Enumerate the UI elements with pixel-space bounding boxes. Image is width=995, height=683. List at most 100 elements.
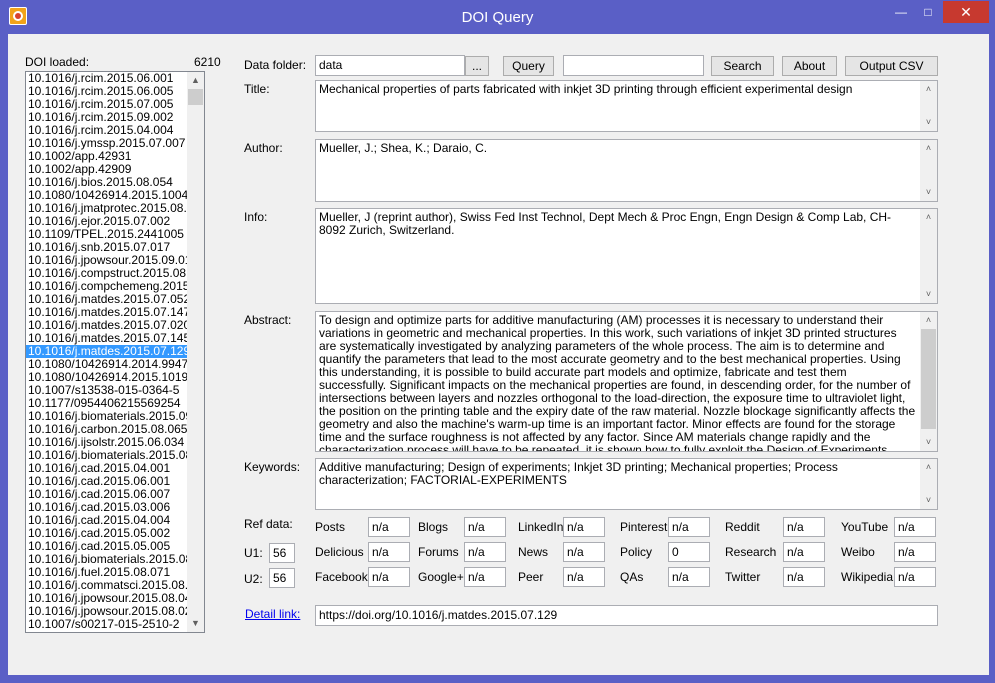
- ref-posts-input[interactable]: n/a: [368, 517, 410, 537]
- list-item[interactable]: 10.1002/app.42931: [26, 150, 188, 163]
- list-item[interactable]: 10.1016/j.rcim.2015.09.002: [26, 111, 188, 124]
- keywords-textarea[interactable]: Additive manufacturing; Design of experi…: [315, 458, 938, 510]
- ref-policy-input[interactable]: 0: [668, 542, 710, 562]
- list-item[interactable]: 10.1016/j.cad.2015.04.001: [26, 462, 188, 475]
- ref-linkedin-input[interactable]: n/a: [563, 517, 605, 537]
- ref-blogs-input[interactable]: n/a: [464, 517, 506, 537]
- list-item[interactable]: 10.1016/j.cad.2015.06.001: [26, 475, 188, 488]
- scroll-up-icon[interactable]: ˄: [920, 81, 937, 98]
- scroll-down-icon[interactable]: ˅: [920, 286, 937, 303]
- close-button[interactable]: ✕: [943, 1, 989, 23]
- title-scrollbar[interactable]: ˄ ˅: [920, 81, 937, 131]
- list-item[interactable]: 10.1080/10426914.2015.101909: [26, 371, 188, 384]
- list-item[interactable]: 10.1016/j.rcim.2015.07.005: [26, 98, 188, 111]
- list-item[interactable]: 10.1016/j.bios.2015.08.054: [26, 176, 188, 189]
- ref-qas-input[interactable]: n/a: [668, 567, 710, 587]
- detail-url-field[interactable]: https://doi.org/10.1016/j.matdes.2015.07…: [315, 605, 938, 626]
- list-item[interactable]: 10.1016/j.ejor.2015.07.002: [26, 215, 188, 228]
- list-item[interactable]: 10.1016/j.ymssp.2015.07.007: [26, 137, 188, 150]
- query-button[interactable]: Query: [503, 56, 554, 76]
- list-item[interactable]: 10.1016/j.jmatprotec.2015.08.02: [26, 202, 188, 215]
- list-item[interactable]: 10.1016/j.snb.2015.07.017: [26, 241, 188, 254]
- u1-input[interactable]: 56: [269, 543, 295, 563]
- scroll-up-icon[interactable]: ˄: [920, 209, 937, 226]
- scroll-up-icon[interactable]: ▲: [187, 72, 204, 89]
- output-csv-button[interactable]: Output CSV: [845, 56, 938, 76]
- search-input[interactable]: [563, 55, 704, 76]
- info-textarea[interactable]: Mueller, J (reprint author), Swiss Fed I…: [315, 208, 938, 304]
- list-item[interactable]: 10.1007/s13538-015-0364-5: [26, 384, 188, 397]
- list-item[interactable]: 10.1016/j.cad.2015.06.007: [26, 488, 188, 501]
- ref-facebook-input[interactable]: n/a: [368, 567, 410, 587]
- list-item[interactable]: 10.1016/j.matdes.2015.07.147: [26, 306, 188, 319]
- scroll-up-icon[interactable]: ˄: [920, 140, 937, 157]
- ref-pinterest-input[interactable]: n/a: [668, 517, 710, 537]
- list-item[interactable]: 10.1016/j.carbon.2015.08.065: [26, 423, 188, 436]
- list-item[interactable]: 10.1016/j.commatsci.2015.08.03: [26, 579, 188, 592]
- list-item[interactable]: 10.1080/10426914.2015.100470: [26, 189, 188, 202]
- ref-news-input[interactable]: n/a: [563, 542, 605, 562]
- doi-list-scrollbar[interactable]: ▲ ▼: [187, 72, 204, 632]
- minimize-button[interactable]: —: [888, 1, 914, 23]
- ref-peer-input[interactable]: n/a: [563, 567, 605, 587]
- list-item[interactable]: 10.1016/j.rcim.2015.06.001: [26, 72, 188, 85]
- scroll-thumb[interactable]: [188, 89, 203, 105]
- list-item[interactable]: 10.1016/j.compstruct.2015.08.07: [26, 267, 188, 280]
- list-item[interactable]: 10.1016/j.compchemeng.2015.0: [26, 280, 188, 293]
- list-item[interactable]: 10.1016/j.jpowsour.2015.09.010: [26, 254, 188, 267]
- u2-input[interactable]: 56: [269, 568, 295, 588]
- list-item[interactable]: 10.1016/j.jpowsour.2015.08.044: [26, 592, 188, 605]
- scroll-up-icon[interactable]: ˄: [920, 312, 937, 329]
- doi-list[interactable]: 10.1016/j.rcim.2015.06.001 10.1016/j.rcim…: [25, 71, 205, 633]
- list-item[interactable]: 10.1016/j.matdes.2015.07.020: [26, 319, 188, 332]
- list-item[interactable]: 10.1016/j.rcim.2015.06.005: [26, 85, 188, 98]
- scroll-down-icon[interactable]: ˅: [920, 114, 937, 131]
- detail-link-label[interactable]: Detail link:: [245, 607, 300, 621]
- ref-reddit-input[interactable]: n/a: [783, 517, 825, 537]
- list-item[interactable]: 10.1016/j.matdes.2015.07.145: [26, 332, 188, 345]
- list-item[interactable]: 10.1016/j.cad.2015.05.005: [26, 540, 188, 553]
- author-textarea[interactable]: Mueller, J.; Shea, K.; Daraio, C. ˄ ˅: [315, 139, 938, 202]
- ref-forums-input[interactable]: n/a: [464, 542, 506, 562]
- list-item[interactable]: 10.1016/j.cad.2015.05.002: [26, 527, 188, 540]
- list-item[interactable]: 10.1016/j.biomaterials.2015.08.0: [26, 449, 188, 462]
- list-item[interactable]: 10.1016/j.biomaterials.2015.09.0: [26, 410, 188, 423]
- list-item[interactable]: 10.1016/j.fuel.2015.08.071: [26, 566, 188, 579]
- list-item[interactable]: 10.1007/s00217-015-2510-2: [26, 618, 188, 631]
- scroll-up-icon[interactable]: ˄: [920, 459, 937, 476]
- ref-weibo-input[interactable]: n/a: [894, 542, 936, 562]
- list-item[interactable]: 10.1016/j.cad.2015.04.004: [26, 514, 188, 527]
- abstract-textarea[interactable]: To design and optimize parts for additiv…: [315, 311, 938, 452]
- list-item[interactable]: 10.1002/app.42909: [26, 163, 188, 176]
- list-item[interactable]: 10.1016/j.jpowsour.2015.08.021: [26, 605, 188, 618]
- scroll-down-icon[interactable]: ˅: [920, 434, 937, 451]
- scroll-down-icon[interactable]: ▼: [187, 615, 204, 632]
- list-item[interactable]: 10.1016/j.biomaterials.2015.08.0: [26, 553, 188, 566]
- list-item[interactable]: 10.1080/10426914.2014.994778: [26, 358, 188, 371]
- abstract-scroll-thumb[interactable]: [921, 329, 936, 429]
- ref-google-input[interactable]: n/a: [464, 567, 506, 587]
- keywords-scrollbar[interactable]: ˄ ˅: [920, 459, 937, 509]
- scroll-down-icon[interactable]: ˅: [920, 184, 937, 201]
- title-textarea[interactable]: Mechanical properties of parts fabricate…: [315, 80, 938, 132]
- list-item[interactable]: 10.1109/TPEL.2015.2441005: [26, 228, 188, 241]
- list-item[interactable]: 10.1016/j.rcim.2015.04.004: [26, 124, 188, 137]
- list-item[interactable]: 10.1016/j.matdes.2015.07.052: [26, 293, 188, 306]
- ref-delicious-input[interactable]: n/a: [368, 542, 410, 562]
- list-item[interactable]: 10.1016/j.matdes.2015.07.129: [26, 345, 188, 358]
- maximize-button[interactable]: □: [914, 1, 942, 23]
- list-item[interactable]: 10.1016/j.ijsolstr.2015.06.034: [26, 436, 188, 449]
- ref-youtube-input[interactable]: n/a: [894, 517, 936, 537]
- search-button[interactable]: Search: [711, 56, 774, 76]
- scroll-down-icon[interactable]: ˅: [920, 492, 937, 509]
- list-item[interactable]: 10.1177/0954406215569254: [26, 397, 188, 410]
- abstract-scrollbar[interactable]: ˄ ˅: [920, 312, 937, 451]
- info-scrollbar[interactable]: ˄ ˅: [920, 209, 937, 303]
- ref-wikipedia-input[interactable]: n/a: [894, 567, 936, 587]
- ref-research-input[interactable]: n/a: [783, 542, 825, 562]
- about-button[interactable]: About: [782, 56, 837, 76]
- browse-button[interactable]: ...: [465, 56, 489, 76]
- author-scrollbar[interactable]: ˄ ˅: [920, 140, 937, 201]
- list-item[interactable]: 10.1016/j.cad.2015.03.006: [26, 501, 188, 514]
- ref-twitter-input[interactable]: n/a: [783, 567, 825, 587]
